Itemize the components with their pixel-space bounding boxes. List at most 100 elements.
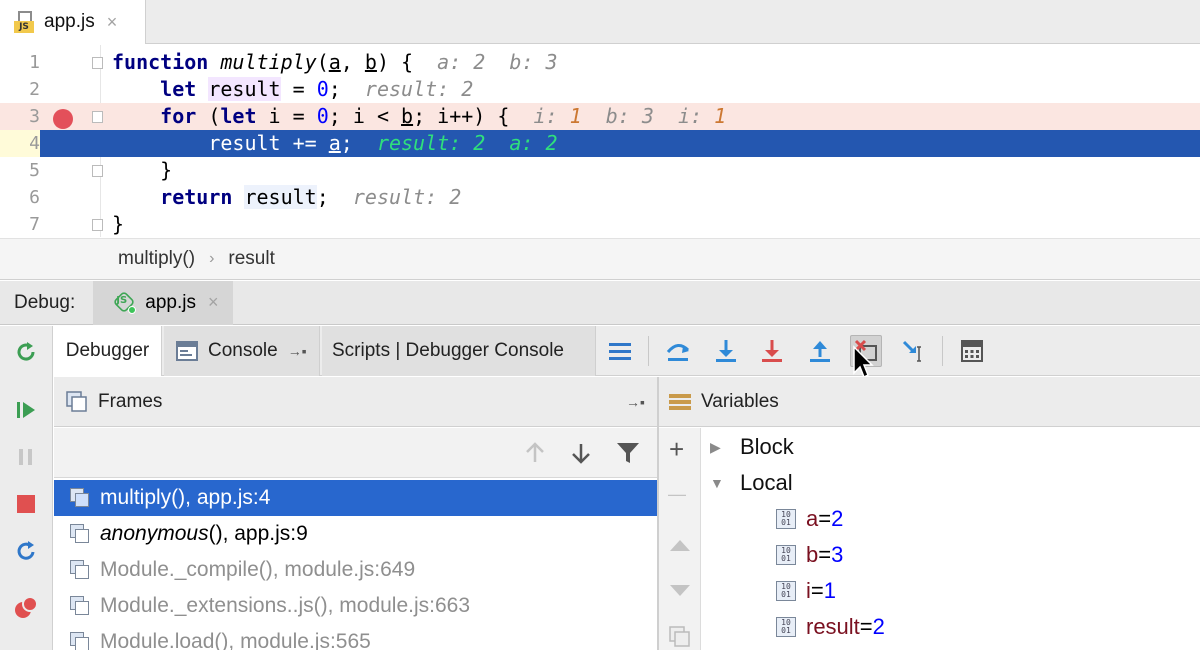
code-line-6[interactable]: 6 return result; result: 2 bbox=[0, 184, 1200, 211]
expand-triangle-icon[interactable]: ▶ bbox=[710, 439, 730, 456]
arrow-up-icon[interactable] bbox=[524, 442, 546, 464]
tab-scripts-debugger-console[interactable]: Scripts | Debugger Console bbox=[322, 326, 596, 376]
resume-icon[interactable] bbox=[12, 396, 40, 424]
arrow-down-icon[interactable] bbox=[570, 442, 592, 464]
code-text: } bbox=[160, 158, 173, 182]
variables-icon bbox=[669, 393, 691, 410]
breadcrumb-variable[interactable]: result bbox=[228, 248, 274, 270]
frame-item[interactable]: multiply(), app.js:4 bbox=[54, 480, 657, 516]
debug-session-label: app.js bbox=[145, 291, 196, 313]
variable-row[interactable]: 10 01 b = 3 bbox=[776, 537, 843, 573]
tab-debugger[interactable]: Debugger bbox=[54, 326, 162, 376]
debug-session-tab[interactable]: JS app.js × bbox=[93, 280, 234, 325]
fold-icon[interactable] bbox=[92, 219, 103, 231]
inline-debug-value: a: 2 b: 3 bbox=[437, 50, 558, 74]
line-number: 2 bbox=[29, 79, 40, 100]
frames-header: Frames →▪ bbox=[54, 377, 657, 427]
add-watch-icon[interactable]: + bbox=[669, 434, 684, 465]
view-breakpoints-icon[interactable] bbox=[12, 594, 40, 622]
frame-item[interactable]: Module._compile(), module.js:649 bbox=[54, 552, 657, 588]
move-down-icon[interactable] bbox=[669, 584, 691, 598]
code-editor[interactable]: 1 function multiply(a, b) { a: 2 b: 3 2 … bbox=[0, 45, 1200, 237]
variable-name: a bbox=[806, 506, 819, 531]
pin-icon[interactable]: →▪ bbox=[288, 343, 307, 359]
variable-row[interactable]: 10 01 a = 2 bbox=[776, 501, 843, 537]
line-number: 4 bbox=[0, 130, 40, 157]
frame-item[interactable]: Module._extensions..js(), module.js:663 bbox=[54, 588, 657, 624]
breadcrumb-function[interactable]: multiply() bbox=[118, 248, 195, 270]
variable-name: result bbox=[806, 614, 860, 639]
frame-label: Module._extensions..js(), module.js:663 bbox=[100, 594, 471, 617]
editor-tab-bar: JS app.js × bbox=[0, 0, 1200, 44]
variable-row[interactable]: 10 01 i = 1 bbox=[776, 573, 836, 609]
fold-icon[interactable] bbox=[92, 57, 103, 69]
code-line-5[interactable]: 5 } bbox=[0, 157, 1200, 184]
variable-name: b bbox=[806, 542, 819, 567]
tab-console[interactable]: Console →▪ bbox=[164, 326, 320, 376]
variables-tree[interactable]: ▶ Block ▼ Local 10 01 a = 2 10 01 b = 3 … bbox=[702, 428, 1200, 650]
copy-watch-icon[interactable] bbox=[669, 626, 691, 648]
tree-node-local[interactable]: ▼ Local bbox=[710, 465, 793, 501]
frame-icon bbox=[70, 632, 90, 650]
debug-label: Debug: bbox=[14, 291, 76, 313]
code-line-7[interactable]: 7 } bbox=[0, 211, 1200, 238]
variable-row[interactable]: 10 01 result = 2 bbox=[776, 609, 885, 645]
rerun-icon[interactable] bbox=[12, 338, 40, 366]
move-up-icon[interactable] bbox=[669, 538, 691, 552]
frame-label-function: anonymous bbox=[100, 522, 209, 545]
tree-node-block[interactable]: ▶ Block bbox=[710, 429, 794, 465]
group-label: Block bbox=[740, 434, 794, 459]
frame-item[interactable]: anonymous (), app.js:9 bbox=[54, 516, 657, 552]
variable-value: 3 bbox=[831, 542, 844, 567]
step-out-icon[interactable] bbox=[804, 335, 836, 367]
tab-label: Debugger bbox=[65, 340, 150, 361]
primitive-icon: 10 01 bbox=[776, 581, 796, 601]
frame-icon bbox=[70, 560, 90, 580]
primitive-icon: 10 01 bbox=[776, 545, 796, 565]
primitive-icon: 10 01 bbox=[776, 509, 796, 529]
console-icon bbox=[176, 341, 198, 361]
group-label: Local bbox=[740, 470, 793, 495]
step-over-icon[interactable] bbox=[662, 335, 694, 367]
frames-list[interactable]: multiply(), app.js:4 anonymous (), app.js… bbox=[54, 479, 657, 650]
evaluate-expression-icon[interactable] bbox=[956, 335, 988, 367]
show-execution-point-icon[interactable] bbox=[604, 335, 636, 367]
equals-sign: = bbox=[818, 506, 832, 531]
filter-icon[interactable] bbox=[616, 442, 640, 464]
tab-label: Console bbox=[208, 340, 278, 361]
breakpoint-icon[interactable] bbox=[53, 109, 73, 129]
code-line-2[interactable]: 2 let result = 0; result: 2 bbox=[0, 76, 1200, 103]
pause-icon[interactable] bbox=[12, 443, 40, 471]
debugger-toolbar: Debugger Console →▪ Scripts | Debugger C… bbox=[54, 326, 1200, 376]
restart-icon[interactable] bbox=[12, 537, 40, 565]
code-line-4-current[interactable]: 4 result += a; result: 2 a: 2 bbox=[0, 130, 1200, 157]
frame-icon bbox=[70, 488, 90, 508]
line-number: 3 bbox=[29, 106, 40, 127]
stop-icon[interactable] bbox=[12, 490, 40, 518]
editor-tab-label: app.js bbox=[44, 11, 95, 32]
frame-label: multiply(), app.js:4 bbox=[100, 486, 271, 509]
js-file-icon: JS bbox=[14, 11, 36, 33]
pin-icon[interactable]: →▪ bbox=[626, 394, 645, 410]
inline-debug-value: result: 2 bbox=[352, 185, 462, 209]
editor-tab-app-js[interactable]: JS app.js × bbox=[0, 0, 146, 44]
collapse-triangle-icon[interactable]: ▼ bbox=[710, 475, 730, 491]
run-to-cursor-icon[interactable] bbox=[898, 335, 930, 367]
variables-title: Variables bbox=[701, 390, 779, 412]
remove-watch-icon[interactable]: — bbox=[668, 484, 686, 505]
frame-label: (), app.js:9 bbox=[208, 522, 308, 545]
fold-icon[interactable] bbox=[92, 111, 103, 123]
frame-item[interactable]: Module.load(), module.js:565 bbox=[54, 624, 657, 650]
equals-sign: = bbox=[818, 542, 832, 567]
force-step-into-icon[interactable] bbox=[756, 335, 788, 367]
line-number: 5 bbox=[29, 160, 40, 181]
close-icon[interactable]: × bbox=[107, 12, 118, 33]
code-line-1[interactable]: 1 function multiply(a, b) { a: 2 b: 3 bbox=[0, 49, 1200, 76]
code-line-3[interactable]: 3 for (let i = 0; i < b; i++) { i: 1 b: … bbox=[0, 103, 1200, 130]
code-text: let result = 0; result: 2 bbox=[160, 77, 474, 101]
nodejs-icon: JS bbox=[112, 290, 137, 315]
fold-icon[interactable] bbox=[92, 165, 103, 177]
frame-label: Module._compile(), module.js:649 bbox=[100, 558, 416, 581]
step-into-icon[interactable] bbox=[710, 335, 742, 367]
close-icon[interactable]: × bbox=[208, 292, 219, 313]
